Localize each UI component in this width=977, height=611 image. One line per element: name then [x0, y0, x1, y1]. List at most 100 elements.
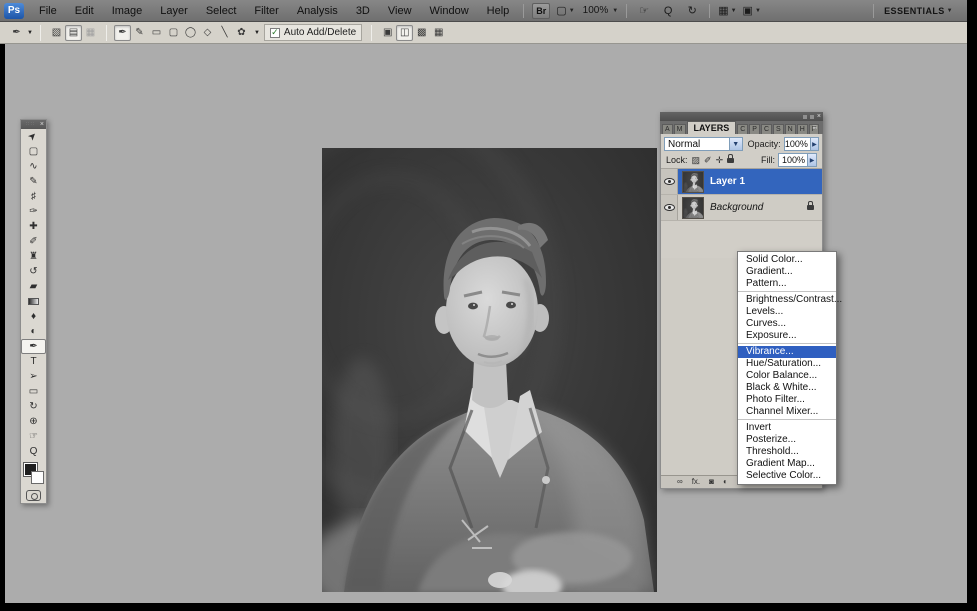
panel-tab[interactable]: LAYERS — [687, 121, 737, 134]
ellipse-button[interactable]: ◯ — [182, 25, 199, 41]
menu-item[interactable]: Image — [103, 0, 152, 21]
hand-tool[interactable]: ☞ — [21, 429, 46, 444]
rectangular-marquee-tool[interactable]: ▢ — [21, 144, 46, 159]
lasso-tool[interactable]: ∿ — [21, 159, 46, 174]
eraser-tool[interactable]: ▰ — [21, 279, 46, 294]
auto-add-delete-checkbox[interactable]: ✓ Auto Add/Delete — [264, 24, 362, 41]
fill-spinner-icon[interactable]: ▶ — [808, 153, 817, 167]
adjustment-menu-item[interactable]: Brightness/Contrast... — [738, 294, 836, 306]
adjustment-menu-item[interactable]: Hue/Saturation... — [738, 358, 836, 370]
dodge-tool[interactable]: ◐ — [21, 324, 46, 339]
quick-mask-mode-button[interactable] — [26, 490, 41, 501]
adjustment-menu-item[interactable]: Pattern... — [738, 278, 836, 292]
layer-visibility-toggle[interactable] — [661, 169, 678, 194]
adjustment-menu-item[interactable]: Levels... — [738, 306, 836, 318]
adjustment-menu-item[interactable]: Solid Color... — [738, 254, 836, 266]
blur-tool[interactable]: ♦ — [21, 309, 46, 324]
layer-style-icon[interactable]: fx. — [692, 478, 700, 486]
layer-thumbnail[interactable] — [682, 197, 704, 219]
pen-tool-button[interactable]: ✒ — [114, 25, 131, 41]
menu-item[interactable]: File — [30, 0, 66, 21]
panel-tab[interactable]: S — [773, 124, 784, 134]
opacity-spinner-icon[interactable]: ▶ — [811, 137, 819, 151]
lock-image-icon[interactable]: ✐ — [704, 156, 712, 165]
adjustment-menu-item[interactable]: Photo Filter... — [738, 394, 836, 406]
menu-item[interactable]: Analysis — [288, 0, 347, 21]
adjustment-menu-item[interactable]: Exposure... — [738, 330, 836, 344]
rectangle-tool[interactable]: ▭ — [21, 384, 46, 399]
lock-position-icon[interactable]: ✛ — [716, 156, 724, 165]
adjustment-menu-item[interactable]: Invert — [738, 422, 836, 434]
crop-tool[interactable]: ♯ — [21, 189, 46, 204]
exclude-path-areas-button[interactable]: ▦ — [430, 25, 447, 41]
adjustment-menu-item[interactable]: Selective Color... — [738, 470, 836, 482]
adjustment-menu-item[interactable]: Posterize... — [738, 434, 836, 446]
zoom-tool-button[interactable]: Q — [659, 3, 677, 19]
close-icon[interactable]: × — [40, 121, 44, 128]
subtract-path-area-button[interactable]: ◫ — [396, 25, 413, 41]
panel-tab[interactable]: M — [674, 124, 686, 134]
zoom-level-dropdown[interactable]: 100% ▼ — [581, 3, 619, 19]
tools-palette-header[interactable]: :::: × — [21, 120, 46, 129]
blend-mode-dropdown[interactable]: Normal ▼ — [664, 137, 743, 151]
clone-stamp-tool[interactable]: ♜ — [21, 249, 46, 264]
add-layer-mask-icon[interactable]: ◙ — [709, 478, 714, 486]
history-brush-tool[interactable]: ↺ — [21, 264, 46, 279]
gradient-tool[interactable] — [21, 294, 46, 309]
close-icon[interactable]: × — [817, 113, 821, 120]
fill-field[interactable]: 100% — [778, 153, 808, 167]
menu-item[interactable]: Select — [197, 0, 246, 21]
panel-group-header[interactable]: × — [660, 112, 823, 121]
type-tool[interactable]: T — [21, 354, 46, 369]
line-button[interactable]: ╲ — [216, 25, 233, 41]
link-layers-icon[interactable]: ∞ — [677, 478, 683, 486]
panel-menu-icon[interactable]: ≡ — [812, 123, 820, 132]
3d-orbit-tool[interactable]: ⊕ — [21, 414, 46, 429]
collapse-icon[interactable] — [803, 115, 807, 119]
panel-tab[interactable]: C — [761, 124, 772, 134]
adjustment-menu-item[interactable]: Black & White... — [738, 382, 836, 394]
adjustment-menu-item[interactable]: Color Balance... — [738, 370, 836, 382]
menu-item[interactable]: Layer — [151, 0, 197, 21]
layer-row[interactable]: Layer 1 — [661, 169, 822, 195]
view-extras-button[interactable]: ▢ ▼ — [556, 3, 574, 19]
intersect-path-areas-button[interactable]: ▩ — [413, 25, 430, 41]
adjustment-menu-item[interactable]: Channel Mixer... — [738, 406, 836, 420]
polygon-button[interactable]: ◇ — [199, 25, 216, 41]
move-tool[interactable]: ➤ — [21, 129, 46, 144]
adjustment-menu-item[interactable]: Vibrance... — [738, 346, 836, 358]
panel-tab[interactable]: N — [785, 124, 796, 134]
shape-layers-button[interactable]: ▧ — [48, 25, 65, 41]
paths-button[interactable]: ▤ — [65, 25, 82, 41]
add-path-area-button[interactable]: ▣ — [379, 25, 396, 41]
adjustment-menu-item[interactable]: Threshold... — [738, 446, 836, 458]
lock-all-icon[interactable] — [727, 158, 734, 163]
hand-tool-button[interactable]: ☞ — [635, 3, 653, 19]
adjustment-menu-item[interactable]: Gradient... — [738, 266, 836, 278]
arrange-documents-button[interactable]: ▦ ▼ — [718, 3, 736, 19]
panel-tab[interactable]: A — [662, 124, 673, 134]
background-color-swatch[interactable] — [31, 471, 44, 484]
pen-tool[interactable]: ✒ — [21, 339, 46, 354]
lock-transparency-icon[interactable]: ▨ — [692, 156, 701, 165]
screen-mode-button[interactable]: ▣ ▼ — [743, 3, 761, 19]
workspace-switcher-button[interactable]: ESSENTIALS ▼ — [868, 0, 953, 22]
rectangle-button[interactable]: ▭ — [148, 25, 165, 41]
menu-item[interactable]: Window — [421, 0, 478, 21]
adjustment-menu-item[interactable]: Gradient Map... — [738, 458, 836, 470]
menu-item[interactable]: Edit — [66, 0, 103, 21]
path-selection-tool[interactable]: ➢ — [21, 369, 46, 384]
collapse-icon[interactable] — [810, 115, 814, 119]
eyedropper-tool[interactable]: ✑ — [21, 204, 46, 219]
spot-healing-brush-tool[interactable]: ✚ — [21, 219, 46, 234]
menu-item[interactable]: Help — [478, 0, 519, 21]
rotate-view-button[interactable]: ↻ — [683, 3, 701, 19]
fill-pixels-button[interactable]: ▦ — [82, 25, 99, 41]
tool-preset-picker[interactable]: ✒ ▼ — [8, 25, 33, 41]
menu-item[interactable]: Filter — [245, 0, 287, 21]
launch-bridge-button[interactable]: Br — [532, 3, 550, 19]
panel-tab[interactable]: C — [737, 124, 748, 134]
panel-tab[interactable]: P — [749, 124, 760, 134]
panel-tab[interactable]: H — [797, 124, 808, 134]
menu-item[interactable]: View — [379, 0, 421, 21]
